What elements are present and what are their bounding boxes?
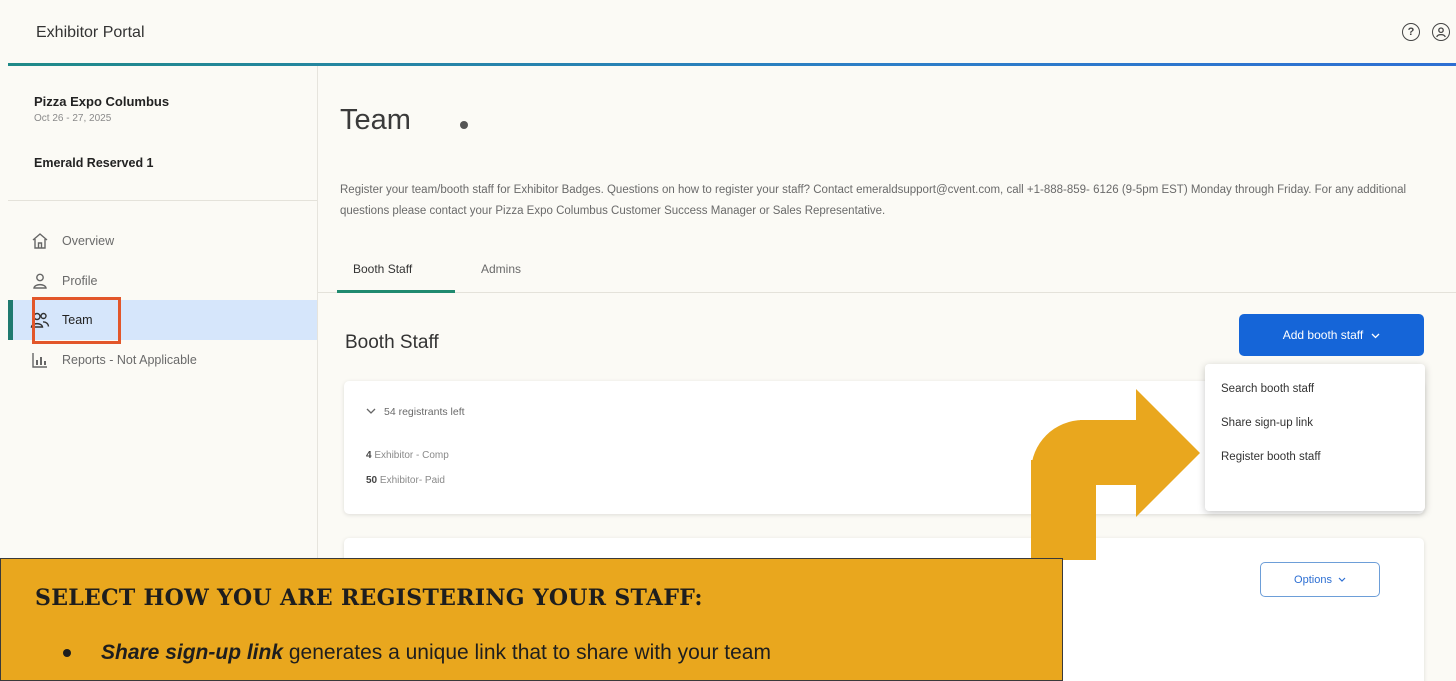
add-booth-staff-label: Add booth staff: [1282, 328, 1364, 342]
sidebar-item-label: Reports - Not Applicable: [62, 353, 197, 367]
ticket-label: Exhibitor - Comp: [374, 450, 449, 461]
chevron-down-icon: [366, 408, 376, 414]
registrants-summary: 54 registrants left: [384, 406, 465, 418]
page-description: Register your team/booth staff for Exhib…: [340, 184, 1407, 217]
event-name: Pizza Expo Columbus: [34, 94, 170, 109]
registrants-toggle[interactable]: 54 registrants left: [366, 406, 465, 418]
annotation-arrow-head: [1136, 389, 1200, 517]
ticket-count: 4: [366, 450, 372, 461]
user-circle-icon[interactable]: [1432, 23, 1450, 41]
info-icon[interactable]: [460, 121, 468, 129]
team-highlight-box: [32, 297, 121, 344]
callout-heading: SELECT HOW YOU ARE REGISTERING YOUR STAF…: [35, 585, 703, 611]
ticket-count: 50: [366, 475, 378, 486]
ticket-label: Exhibitor- Paid: [379, 475, 445, 486]
home-icon: [30, 231, 50, 251]
active-tab-indicator: [337, 290, 455, 293]
app-title: Exhibitor Portal: [36, 24, 145, 41]
tab-booth-staff[interactable]: Booth Staff: [353, 262, 412, 276]
help-circle-icon[interactable]: ?: [1402, 23, 1420, 41]
menu-item-register-booth-staff[interactable]: Register booth staff: [1205, 436, 1425, 478]
ticket-row: 50 Exhibitor- Paid: [366, 475, 445, 486]
sidebar-item-reports[interactable]: Reports - Not Applicable: [8, 340, 317, 380]
callout-emphasis: Share sign-up link: [101, 641, 284, 664]
callout-text: generates a unique link that to share wi…: [283, 641, 771, 664]
tab-bar: Booth Staff Admins: [318, 256, 1456, 293]
event-date: Oct 26 - 27, 2025: [34, 113, 112, 124]
annotation-arrow-arm: [1080, 420, 1138, 485]
top-bar-icons: ?: [1402, 23, 1450, 41]
bar-chart-icon: [30, 350, 50, 370]
add-booth-staff-button[interactable]: Add booth staff: [1239, 314, 1424, 356]
ticket-row: 4 Exhibitor - Comp: [366, 450, 449, 461]
page-title: Team: [340, 104, 411, 136]
account-name: Emerald Reserved 1: [34, 156, 154, 170]
instruction-callout: SELECT HOW YOU ARE REGISTERING YOUR STAF…: [0, 558, 1063, 681]
add-booth-staff-menu: Search booth staff Share sign-up link Re…: [1205, 364, 1425, 511]
chevron-down-icon: [1338, 577, 1346, 582]
options-button[interactable]: Options: [1260, 562, 1380, 597]
person-icon: [30, 271, 50, 291]
sidebar-item-overview[interactable]: Overview: [8, 221, 317, 261]
bullet-dot-icon: [63, 649, 71, 657]
chevron-down-icon: [1371, 328, 1380, 342]
top-bar: Exhibitor Portal ?: [0, 0, 1456, 64]
sidebar-divider: [8, 200, 317, 201]
sidebar-item-profile[interactable]: Profile: [8, 261, 317, 301]
tab-admins[interactable]: Admins: [481, 262, 521, 276]
callout-bullet: Share sign-up link generates a unique li…: [63, 641, 771, 665]
sidebar-item-label: Overview: [62, 234, 115, 248]
section-title: Booth Staff: [345, 332, 439, 353]
options-label: Options: [1294, 573, 1332, 586]
sidebar-item-label: Profile: [62, 274, 98, 288]
